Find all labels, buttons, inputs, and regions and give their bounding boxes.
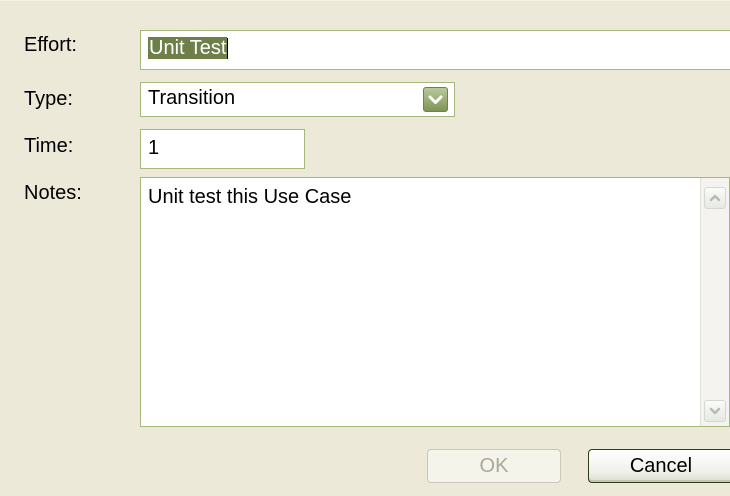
cancel-button[interactable]: Cancel — [588, 449, 730, 483]
arrow-down-icon — [709, 407, 721, 415]
scroll-up-button[interactable] — [704, 187, 726, 209]
top-divider — [0, 0, 730, 1]
dropdown-button[interactable] — [423, 87, 448, 112]
notes-label: Notes: — [24, 182, 82, 204]
type-value: Transition — [148, 87, 236, 109]
time-value: 1 — [148, 137, 160, 159]
effort-input[interactable]: Unit Test — [140, 30, 730, 70]
type-select[interactable]: Transition — [140, 82, 455, 117]
type-label: Type: — [24, 88, 73, 110]
ok-button[interactable]: OK — [427, 449, 561, 483]
chevron-down-icon — [428, 95, 443, 104]
effort-label: Effort: — [24, 34, 77, 56]
effort-dialog: Effort: Unit Test Type: Transition Time:… — [0, 0, 730, 496]
notes-textarea[interactable]: Unit test this Use Case — [140, 177, 730, 427]
time-input[interactable]: 1 — [140, 129, 305, 169]
time-label: Time: — [24, 135, 74, 157]
effort-value: Unit Test — [148, 37, 228, 59]
scroll-down-button[interactable] — [704, 400, 726, 422]
notes-value: Unit test this Use Case — [148, 186, 352, 208]
notes-scrollbar[interactable] — [700, 178, 729, 426]
arrow-up-icon — [709, 194, 721, 202]
